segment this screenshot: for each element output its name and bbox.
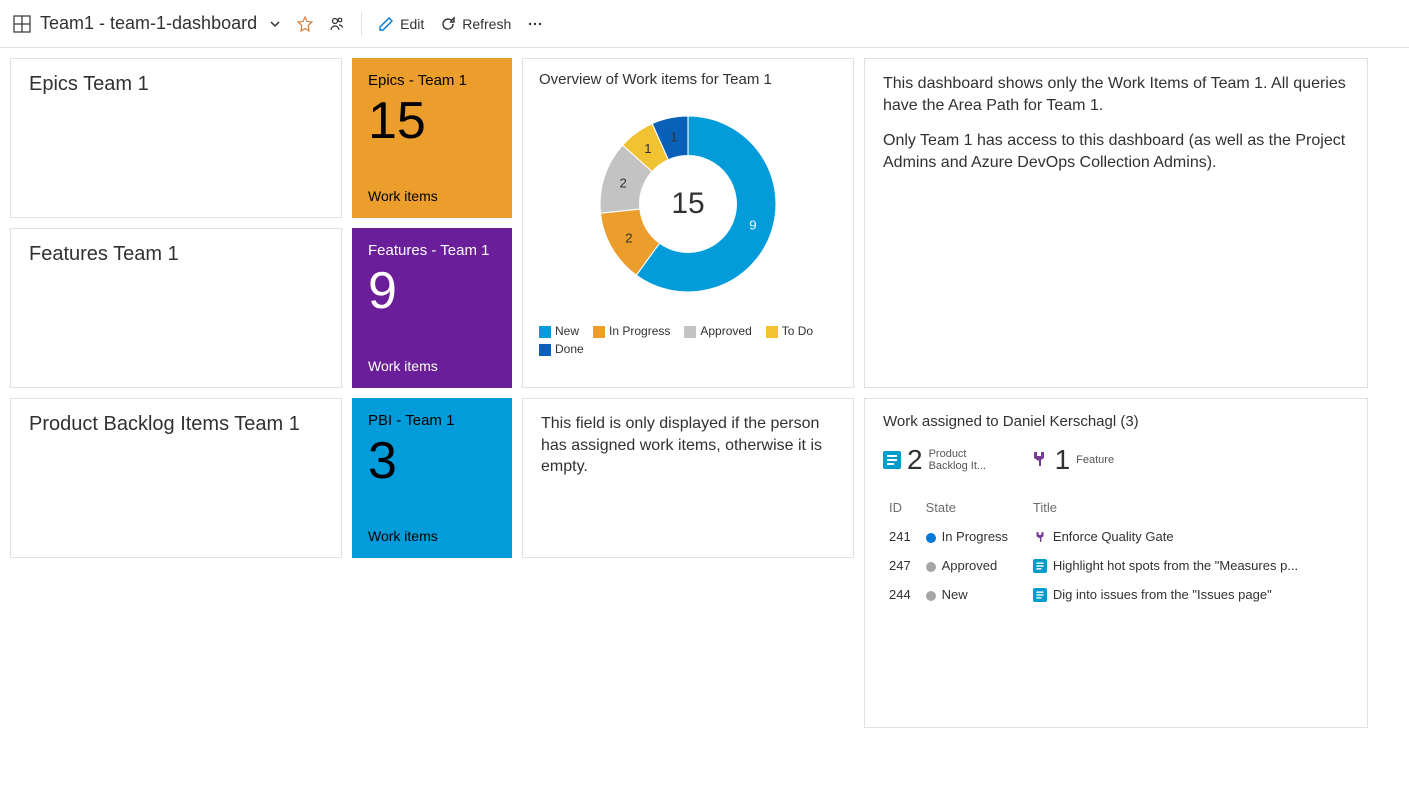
chart-legend: New In Progress Approved To Do Done bbox=[539, 324, 837, 356]
dashboard-grid: Epics Team 1 Epics - Team 1 15 Work item… bbox=[0, 48, 1409, 738]
tile-count: 15 bbox=[368, 95, 496, 147]
cell-state: In Progress bbox=[922, 523, 1027, 550]
pbi-icon bbox=[883, 451, 901, 469]
pbi-count: 2 bbox=[907, 444, 923, 476]
assigned-table: ID State Title 241In ProgressEnforce Qua… bbox=[883, 492, 1349, 610]
legend-item: In Progress bbox=[593, 324, 670, 338]
table-row[interactable]: 241In ProgressEnforce Quality Gate bbox=[885, 523, 1347, 550]
donut-chart: 92211 15 bbox=[578, 94, 798, 314]
widget-title: Epics Team 1 bbox=[29, 73, 323, 96]
cell-state: New bbox=[922, 581, 1027, 608]
edit-button[interactable]: Edit bbox=[370, 8, 432, 40]
tile-count: 3 bbox=[368, 435, 496, 487]
info-paragraph-2: Only Team 1 has access to this dashboard… bbox=[883, 130, 1349, 173]
pbi-count-tile[interactable]: PBI - Team 1 3 Work items bbox=[352, 398, 512, 558]
info-paragraph-1: This dashboard shows only the Work Items… bbox=[883, 73, 1349, 116]
widget-title: Product Backlog Items Team 1 bbox=[29, 413, 323, 436]
assigned-work-widget[interactable]: Work assigned to Daniel Kerschagl (3) 2 … bbox=[864, 398, 1368, 728]
note-widget: This field is only displayed if the pers… bbox=[522, 398, 854, 558]
cell-title: Enforce Quality Gate bbox=[1029, 523, 1347, 550]
tile-title: Features - Team 1 bbox=[368, 242, 496, 259]
note-text: This field is only displayed if the pers… bbox=[541, 413, 835, 478]
cell-id: 241 bbox=[885, 523, 920, 550]
table-row[interactable]: 244NewDig into issues from the "Issues p… bbox=[885, 581, 1347, 608]
cell-title: Highlight hot spots from the "Measures p… bbox=[1029, 552, 1347, 579]
widget-title: Features Team 1 bbox=[29, 243, 323, 266]
refresh-label: Refresh bbox=[462, 16, 511, 32]
separator bbox=[361, 12, 362, 36]
feature-label: Feature bbox=[1076, 454, 1114, 466]
chart-center-total: 15 bbox=[578, 94, 798, 314]
dashboard-icon bbox=[12, 14, 32, 34]
epics-count-tile[interactable]: Epics - Team 1 15 Work items bbox=[352, 58, 512, 218]
dashboard-title: Team1 - team-1-dashboard bbox=[40, 13, 257, 34]
cell-id: 244 bbox=[885, 581, 920, 608]
cell-state: Approved bbox=[922, 552, 1027, 579]
feature-count: 1 bbox=[1055, 444, 1071, 476]
cell-title: Dig into issues from the "Issues page" bbox=[1029, 581, 1347, 608]
features-count-tile[interactable]: Features - Team 1 9 Work items bbox=[352, 228, 512, 388]
info-text-widget: This dashboard shows only the Work Items… bbox=[864, 58, 1368, 388]
tile-unit: Work items bbox=[368, 528, 496, 544]
col-state[interactable]: State bbox=[922, 494, 1027, 521]
legend-item: To Do bbox=[766, 324, 813, 338]
tile-title: Epics - Team 1 bbox=[368, 72, 496, 89]
legend-item: New bbox=[539, 324, 579, 338]
feature-icon bbox=[1029, 449, 1049, 472]
tile-unit: Work items bbox=[368, 188, 496, 204]
legend-item: Done bbox=[539, 342, 584, 356]
tile-count: 9 bbox=[368, 265, 496, 317]
tile-unit: Work items bbox=[368, 358, 496, 374]
col-id[interactable]: ID bbox=[885, 494, 920, 521]
dashboard-dropdown[interactable] bbox=[261, 8, 289, 40]
overview-chart-widget[interactable]: Overview of Work items for Team 1 92211 … bbox=[522, 58, 854, 388]
more-button[interactable] bbox=[519, 8, 551, 40]
chart-title: Overview of Work items for Team 1 bbox=[539, 71, 837, 88]
refresh-button[interactable]: Refresh bbox=[432, 8, 519, 40]
pbi-label: Product Backlog It... bbox=[929, 448, 989, 472]
features-title-widget[interactable]: Features Team 1 bbox=[10, 228, 342, 388]
cell-id: 247 bbox=[885, 552, 920, 579]
legend-item: Approved bbox=[684, 324, 751, 338]
team-members-button[interactable] bbox=[321, 8, 353, 40]
dashboard-header: Team1 - team-1-dashboard Edit Refresh bbox=[0, 0, 1409, 48]
table-row[interactable]: 247ApprovedHighlight hot spots from the … bbox=[885, 552, 1347, 579]
pbi-title-widget[interactable]: Product Backlog Items Team 1 bbox=[10, 398, 342, 558]
assigned-summary: 2 Product Backlog It... 1 Feature bbox=[883, 444, 1349, 476]
widget-title: Work assigned to Daniel Kerschagl (3) bbox=[883, 413, 1349, 430]
epics-title-widget[interactable]: Epics Team 1 bbox=[10, 58, 342, 218]
tile-title: PBI - Team 1 bbox=[368, 412, 496, 429]
col-title[interactable]: Title bbox=[1029, 494, 1347, 521]
favorite-button[interactable] bbox=[289, 8, 321, 40]
edit-label: Edit bbox=[400, 16, 424, 32]
